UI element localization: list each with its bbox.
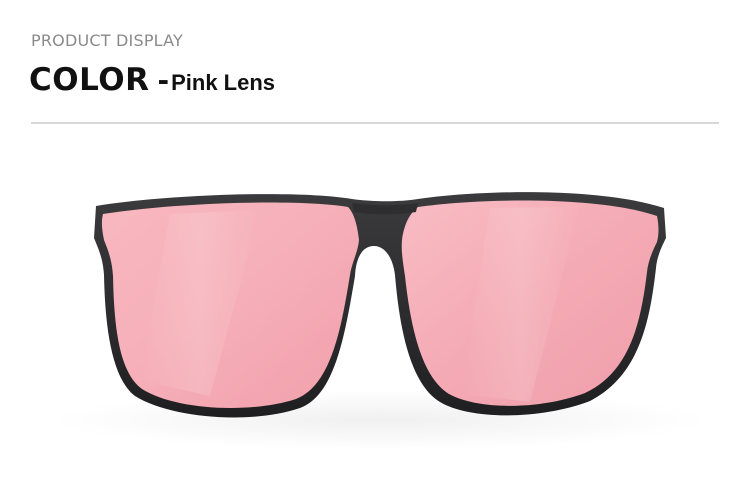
color-label: COLOR — [29, 62, 150, 98]
sunglasses-illustration — [50, 192, 710, 450]
eyebrow-label: PRODUCT DISPLAY — [31, 31, 184, 50]
lens-name: Pink Lens — [171, 70, 276, 95]
product-image — [0, 128, 750, 484]
headline-separator: - — [157, 64, 170, 97]
header-divider — [31, 122, 719, 124]
color-headline: COLOR -Pink Lens — [29, 62, 275, 98]
